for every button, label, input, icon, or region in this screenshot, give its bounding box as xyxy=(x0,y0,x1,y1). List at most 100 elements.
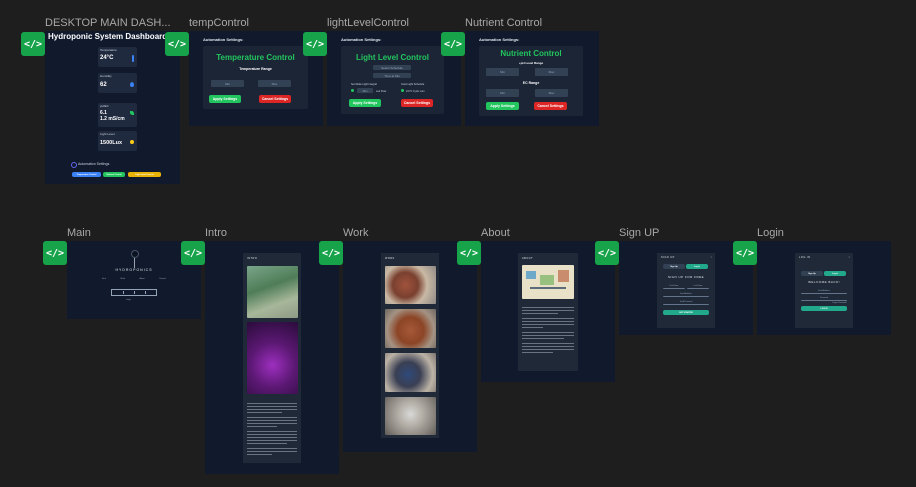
nav-about[interactable]: About xyxy=(139,278,144,280)
hydroponic-farm-image xyxy=(247,266,298,318)
automation-settings-heading: Automation Settings: xyxy=(479,37,520,42)
ph-min-input[interactable]: Min xyxy=(486,68,519,76)
work-photo-4 xyxy=(385,397,436,435)
login-heading: LOG IN xyxy=(799,256,811,259)
code-icon[interactable]: </> xyxy=(165,32,189,56)
first-name-input[interactable]: First Name xyxy=(663,284,685,289)
light-integral-label: Set Mode Light Integral xyxy=(351,83,377,86)
apply-settings-button[interactable]: Apply Settings xyxy=(209,95,241,103)
select-schedule-dropdown[interactable]: Select Schedule xyxy=(373,65,411,70)
login-link[interactable]: Login xyxy=(126,299,131,301)
signup-title: SIGN UP FOR FREE xyxy=(667,275,705,279)
close-icon[interactable]: × xyxy=(711,256,712,259)
tab-sign-up[interactable]: Sign Up xyxy=(801,271,823,276)
tab-log-in[interactable]: Log In xyxy=(824,271,846,276)
nav-work[interactable]: Work xyxy=(120,278,125,280)
cancel-settings-button[interactable]: Cancel Settings xyxy=(534,102,567,110)
login-button[interactable]: LOG IN xyxy=(801,306,847,311)
temp-max-input[interactable]: Max xyxy=(258,80,291,87)
gear-icon xyxy=(71,162,77,168)
work-photo-2 xyxy=(385,309,436,348)
frame-label-nutrient: Nutrient Control xyxy=(465,17,543,29)
email-input[interactable]: Email Address xyxy=(663,292,709,297)
purple-grow-light-image xyxy=(247,322,298,394)
tab-log-in[interactable]: Log In xyxy=(686,264,708,269)
led-flow-radio[interactable] xyxy=(351,89,354,92)
tab-sign-up[interactable]: Sign Up xyxy=(663,264,685,269)
code-icon[interactable]: </> xyxy=(303,32,327,56)
code-icon[interactable]: </> xyxy=(21,32,45,56)
code-icon[interactable]: </> xyxy=(733,241,757,265)
thermometer-icon xyxy=(132,55,134,62)
frame-login[interactable]: LOG IN × Sign Up Log In WELCOME BACK! Em… xyxy=(757,241,891,335)
light-panel: Light Level Control Select Schedule Time… xyxy=(341,46,444,114)
brand-title: HYDROPONICS xyxy=(115,268,153,272)
email-input[interactable]: Email Address xyxy=(801,289,847,294)
temp-min-input[interactable]: Min xyxy=(211,80,244,87)
main-action-box xyxy=(111,289,157,296)
about-page: ABOUT xyxy=(518,253,578,371)
frame-label-main: Main xyxy=(67,227,91,239)
ec-range-label: EC Range xyxy=(522,81,540,85)
nav-intro[interactable]: Intro xyxy=(102,278,106,280)
card-label: pH/EC xyxy=(100,104,109,108)
light-level-control-button[interactable]: Light Level Control xyxy=(128,172,161,177)
light-level-card: Light Level 1500Lux xyxy=(98,131,137,151)
logo-icon xyxy=(131,250,139,258)
last-name-input[interactable]: Last Name xyxy=(687,284,709,289)
drop-icon xyxy=(130,82,134,87)
cycle-radio[interactable] xyxy=(401,89,404,92)
nav-contact[interactable]: Contact xyxy=(159,278,166,280)
cancel-settings-button[interactable]: Cancel Settings xyxy=(259,95,291,103)
temperature-control-button[interactable]: Temperature Control xyxy=(72,172,101,177)
grow-light-schedule-label: Grow Light Schedule xyxy=(401,83,425,86)
led-flow-label: Led Flow xyxy=(376,90,387,93)
card-value: 62 xyxy=(100,82,107,88)
work-photo-1 xyxy=(385,266,436,304)
system-diagram-image xyxy=(522,265,574,299)
card-label: Humidity xyxy=(100,74,112,78)
frame-label-signup: Sign UP xyxy=(619,227,660,239)
code-icon[interactable]: </> xyxy=(181,241,205,265)
about-heading: ABOUT xyxy=(522,257,534,260)
ec-max-input[interactable]: Max xyxy=(535,89,568,97)
frame-desktop-dashboard[interactable]: Hydroponic System Dashboard Temperature … xyxy=(45,31,180,184)
leaf-icon xyxy=(130,111,134,115)
intro-page: INTRO xyxy=(243,253,301,463)
work-heading: WORK xyxy=(385,257,395,260)
light-min-input[interactable]: Min xyxy=(357,88,373,93)
ph-ec-card: pH/EC 6.1 1.2 mS/cm xyxy=(98,103,137,127)
frame-intro[interactable]: INTRO xyxy=(205,241,339,474)
close-icon[interactable]: × xyxy=(849,256,850,259)
nutrient-control-button[interactable]: Nutrient Control xyxy=(103,172,125,177)
code-icon[interactable]: </> xyxy=(457,241,481,265)
temp-title: Temperature Control xyxy=(216,53,295,62)
code-icon[interactable]: </> xyxy=(319,241,343,265)
apply-settings-button[interactable]: Apply Settings xyxy=(349,99,381,107)
apply-settings-button[interactable]: Apply Settings xyxy=(486,102,519,110)
frame-nutrient-control[interactable]: Automation Settings: Nutrient Control +p… xyxy=(465,31,599,126)
temperature-card: Temperature 24°C xyxy=(98,47,137,67)
code-icon[interactable]: </> xyxy=(441,32,465,56)
cancel-settings-button[interactable]: Cancel Settings xyxy=(401,99,433,107)
ph-max-input[interactable]: Max xyxy=(535,68,568,76)
frame-work[interactable]: WORK xyxy=(343,241,477,452)
work-photo-3 xyxy=(385,353,436,392)
humidity-card: Humidity 62 xyxy=(98,73,137,93)
ph-range-label: +pH Level Range xyxy=(518,61,544,65)
about-text xyxy=(522,305,574,355)
nutrient-panel: Nutrient Control +pH Level Range Min Max… xyxy=(479,46,583,116)
get-started-button[interactable]: GET STARTED xyxy=(663,310,709,315)
code-icon[interactable]: </> xyxy=(595,241,619,265)
code-icon[interactable]: </> xyxy=(43,241,67,265)
frame-label-login: Login xyxy=(757,227,784,239)
sun-icon xyxy=(130,140,134,144)
card-label: Light Level xyxy=(100,132,115,136)
work-page: WORK xyxy=(381,253,439,438)
password-input[interactable]: Password xyxy=(801,296,847,301)
login-title: WELCOME BACK! xyxy=(808,280,840,284)
forgot-password-link[interactable]: Forgot Password? xyxy=(832,302,847,304)
password-input[interactable]: Set A Password xyxy=(663,300,709,305)
time-input[interactable]: Time at Min xyxy=(373,73,411,78)
ec-min-input[interactable]: Min xyxy=(486,89,519,97)
